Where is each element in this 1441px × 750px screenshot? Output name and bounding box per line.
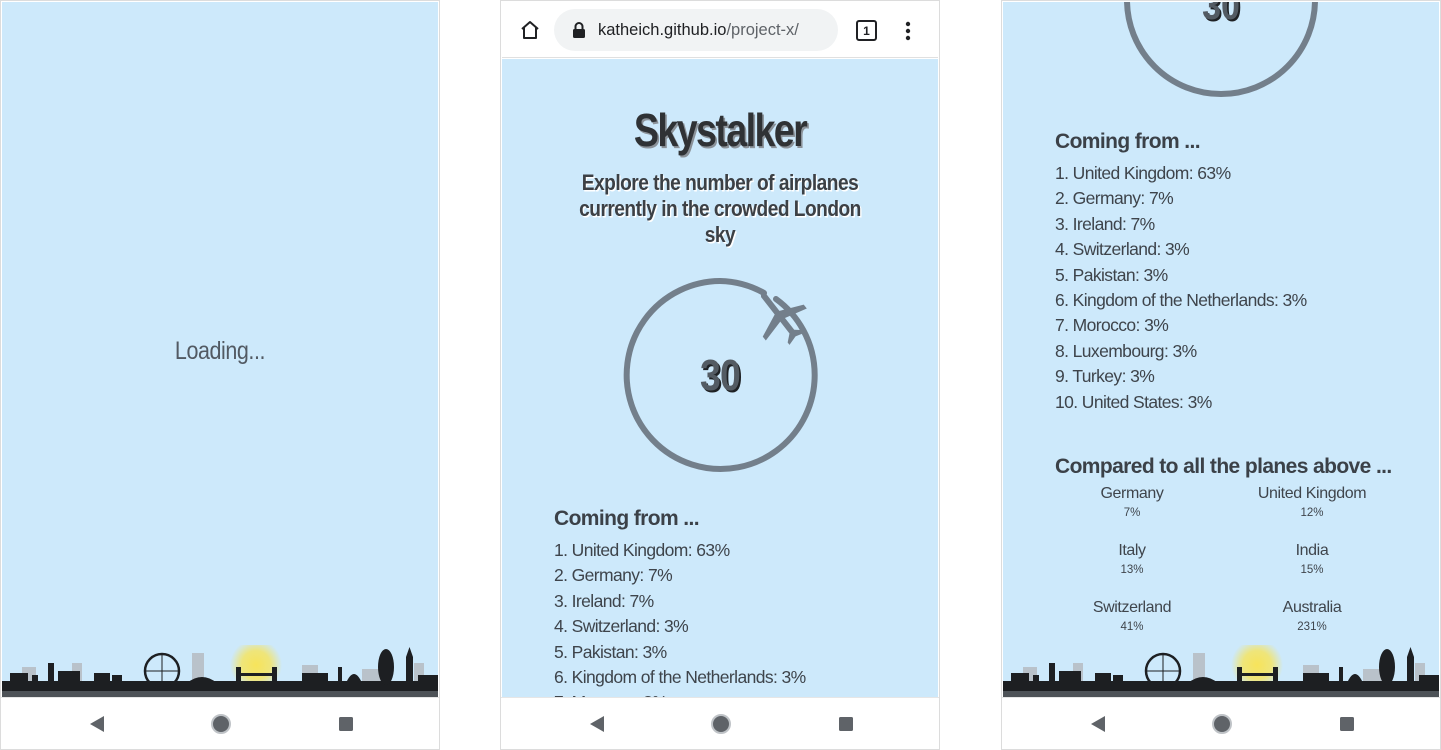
comparison-item: Switzerland 41%	[1067, 598, 1197, 636]
comparison-percent: 41%	[1120, 621, 1144, 633]
subtitle-line-1: Explore the number of airplanes	[581, 170, 859, 195]
comparison-country: Germany	[1100, 485, 1164, 502]
comparison-country: United Kingdom	[1257, 485, 1367, 502]
circle-home-icon	[1212, 714, 1232, 734]
comparison-grid: Germany 7% United Kingdom 12% Italy 13% …	[1055, 484, 1395, 644]
comparison-heading: Compared to all the planes above ...	[1055, 455, 1392, 478]
lock-icon	[573, 22, 585, 38]
home-button[interactable]	[709, 712, 733, 736]
list-item: 2. Germany: 7%	[554, 565, 673, 586]
url-domain: katheich.github.io	[598, 20, 727, 39]
circle-home-icon	[211, 714, 231, 734]
android-navigation-bar	[1, 697, 439, 749]
comparison-country: India	[1295, 542, 1329, 559]
triangle-back-icon	[90, 716, 104, 732]
list-item: 5. Pakistan: 3%	[1055, 264, 1168, 285]
kebab-menu-icon	[905, 21, 911, 41]
back-button[interactable]	[585, 712, 609, 736]
recents-button[interactable]	[1335, 712, 1359, 736]
recents-button[interactable]	[334, 712, 358, 736]
app-title: Skystalker	[633, 104, 808, 156]
london-skyline-illustration	[2, 645, 438, 697]
comparison-percent: 15%	[1300, 564, 1324, 576]
comparison-percent: 12%	[1300, 507, 1324, 519]
origins-list: 1. United Kingdom: 63% 2. Germany: 7% 3.…	[554, 538, 806, 697]
home-button[interactable]	[209, 712, 233, 736]
subtitle-line-2: currently in the crowded London sky	[579, 196, 861, 247]
app-subtitle: Explore the number of airplanes currentl…	[569, 170, 872, 248]
list-item: 8. Luxembourg: 3%	[1055, 340, 1197, 361]
list-item: 4. Switzerland: 3%	[554, 616, 689, 637]
comparison-item: Australia 231%	[1247, 598, 1377, 636]
home-button[interactable]	[1210, 712, 1234, 736]
list-item: 4. Switzerland: 3%	[1055, 239, 1190, 260]
origins-section: Coming from ... 1. United Kingdom: 63% 2…	[1055, 130, 1307, 415]
comparison-item: India 15%	[1247, 541, 1377, 579]
url-path: /project-x/	[726, 20, 799, 39]
comparison-country: Italy	[1118, 542, 1146, 559]
page-content: Skystalker Explore the number of airplan…	[502, 59, 938, 697]
comparison-percent: 231%	[1297, 621, 1327, 633]
list-item: 7. Morocco: 3%	[1055, 315, 1169, 336]
comparison-percent: 7%	[1123, 507, 1141, 519]
list-item: 5. Pakistan: 3%	[554, 641, 667, 662]
phone-loading-screen: Loading...	[0, 0, 440, 750]
list-item: 1. United Kingdom: 63%	[1055, 163, 1231, 183]
london-skyline-illustration	[1003, 645, 1439, 697]
comparison-country: Australia	[1282, 599, 1342, 616]
android-navigation-bar	[501, 697, 939, 749]
list-item: 2. Germany: 7%	[1055, 188, 1174, 209]
origins-section: Coming from ... 1. United Kingdom: 63% 2…	[554, 507, 806, 697]
square-recents-icon	[839, 717, 853, 731]
comparison-item: Germany 7%	[1067, 484, 1197, 522]
phone-main-screen: katheich.github.io/project-x/ 1 Skystalk…	[500, 0, 940, 750]
square-recents-icon	[1340, 717, 1354, 731]
comparison-country: Switzerland	[1092, 599, 1172, 616]
circle-home-icon	[711, 714, 731, 734]
square-recents-icon	[339, 717, 353, 731]
tab-switcher-button[interactable]: 1	[856, 20, 877, 41]
recents-button[interactable]	[834, 712, 858, 736]
address-bar[interactable]: katheich.github.io/project-x/	[554, 9, 838, 51]
comparison-item: Italy 13%	[1067, 541, 1197, 579]
list-item: 3. Ireland: 7%	[554, 590, 654, 611]
triangle-back-icon	[1091, 716, 1105, 732]
comparison-item: United Kingdom 12%	[1247, 484, 1377, 522]
browser-toolbar: katheich.github.io/project-x/ 1	[502, 2, 938, 58]
origins-heading: Coming from ...	[554, 507, 700, 530]
list-item: 7. Morocco: 3%	[554, 690, 806, 697]
url-text: katheich.github.io/project-x/	[598, 21, 799, 40]
app-background: Loading...	[2, 2, 438, 697]
phone-scrolled-screen: 30 Coming from ... 1. United Kingdom: 63…	[1001, 0, 1441, 750]
list-item: 6. Kingdom of the Netherlands: 3%	[1055, 289, 1307, 310]
list-item: 9. Turkey: 3%	[1055, 366, 1155, 387]
list-item: 1. United Kingdom: 63%	[554, 540, 730, 560]
android-navigation-bar	[1002, 697, 1440, 749]
list-item: 6. Kingdom of the Netherlands: 3%	[554, 666, 806, 687]
triangle-back-icon	[590, 716, 604, 732]
browser-menu-button[interactable]	[900, 19, 916, 43]
origins-heading: Coming from ...	[1055, 130, 1201, 153]
browser-home-button[interactable]	[518, 18, 542, 42]
plane-count: 30	[700, 351, 741, 400]
back-button[interactable]	[1086, 712, 1110, 736]
page-content-scrolled: 30 Coming from ... 1. United Kingdom: 63…	[1003, 2, 1439, 697]
comparison-section: Compared to all the planes above ... Ger…	[1055, 455, 1395, 644]
origins-list: 1. United Kingdom: 63% 2. Germany: 7% 3.…	[1055, 161, 1307, 415]
loading-text: Loading...	[174, 337, 266, 365]
comparison-percent: 13%	[1120, 564, 1144, 576]
list-item: 3. Ireland: 7%	[1055, 213, 1155, 234]
house-icon	[521, 21, 539, 39]
back-button[interactable]	[85, 712, 109, 736]
plane-count: 30	[1202, 2, 1240, 28]
list-item: 10. United States: 3%	[1055, 391, 1212, 412]
